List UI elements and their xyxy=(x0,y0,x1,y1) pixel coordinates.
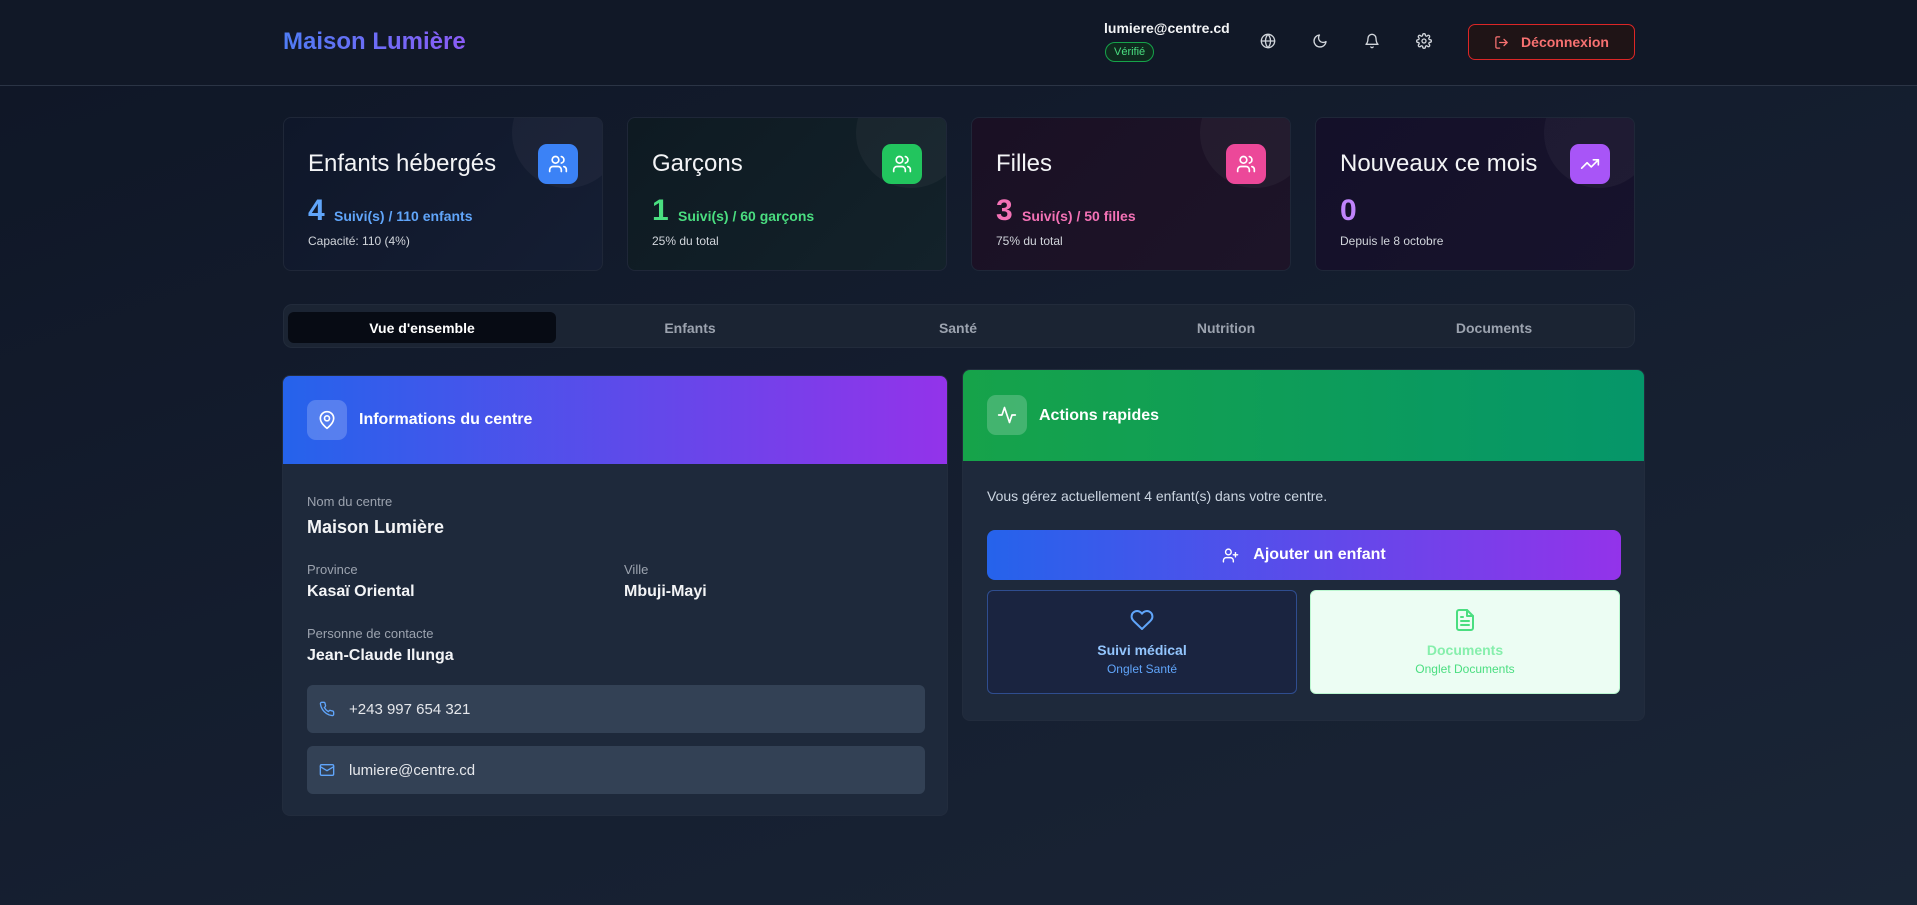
stat-sub: Suivi(s) / 110 enfants xyxy=(334,208,473,224)
documents-sub: Onglet Documents xyxy=(1415,662,1515,676)
stat-note: 75% du total xyxy=(996,234,1063,248)
tab-documents[interactable]: Documents xyxy=(1360,312,1628,343)
stat-value: 0 xyxy=(1340,194,1357,227)
stat-title: Nouveaux ce mois xyxy=(1340,150,1538,177)
stat-value: 4 xyxy=(308,194,325,227)
panel-header: Informations du centre xyxy=(283,376,947,464)
tab-nutrition[interactable]: Nutrition xyxy=(1092,312,1360,343)
center-info-panel: Informations du centre Nom du centre Mai… xyxy=(282,375,948,816)
activity-icon xyxy=(987,395,1027,435)
tab-children[interactable]: Enfants xyxy=(556,312,824,343)
user-plus-icon xyxy=(1222,547,1239,563)
stat-value: 3 xyxy=(996,194,1013,227)
tab-bar: Vue d'ensemble Enfants Santé Nutrition D… xyxy=(283,304,1635,348)
stat-card-girls: Filles 3 Suivi(s) / 50 filles 75% du tot… xyxy=(971,117,1291,271)
users-icon xyxy=(882,144,922,184)
center-name-value: Maison Lumière xyxy=(307,517,445,537)
city-label: Ville xyxy=(624,562,649,577)
stat-sub: Suivi(s) / 60 garçons xyxy=(678,208,815,224)
tab-health[interactable]: Santé xyxy=(824,312,1092,343)
map-pin-icon xyxy=(307,400,347,440)
stat-card-children: Enfants hébergés 4 Suivi(s) / 110 enfant… xyxy=(283,117,603,271)
medical-followup-button[interactable]: Suivi médical Onglet Santé xyxy=(987,590,1297,694)
stat-sub: Suivi(s) / 50 filles xyxy=(1022,208,1136,224)
medical-title: Suivi médical xyxy=(1097,642,1187,658)
user-email: lumiere@centre.cd xyxy=(1104,20,1230,36)
stat-card-new: Nouveaux ce mois 0 Depuis le 8 octobre xyxy=(1315,117,1635,271)
phone-value: +243 997 654 321 xyxy=(349,700,471,718)
documents-button[interactable]: Documents Onglet Documents xyxy=(1310,590,1620,694)
stat-title: Filles xyxy=(996,150,1053,177)
bell-icon[interactable] xyxy=(1361,30,1383,52)
province-label: Province xyxy=(307,562,358,577)
tab-overview[interactable]: Vue d'ensemble xyxy=(288,312,556,343)
users-icon xyxy=(1226,144,1266,184)
top-header: Maison Lumière lumiere@centre.cd Vérifié… xyxy=(0,0,1917,86)
phone-row[interactable]: +243 997 654 321 xyxy=(307,685,925,733)
quick-actions-panel: Actions rapides Vous gérez actuellement … xyxy=(962,369,1645,721)
documents-title: Documents xyxy=(1426,642,1504,658)
panel-title: Actions rapides xyxy=(1039,407,1160,424)
stat-note: Capacité: 110 (4%) xyxy=(308,234,410,248)
mail-icon xyxy=(319,764,335,776)
stat-note: Depuis le 8 octobre xyxy=(1340,234,1444,248)
brand-title[interactable]: Maison Lumière xyxy=(283,28,466,56)
stat-note: 25% du total xyxy=(652,234,719,248)
stat-title: Garçons xyxy=(652,150,743,177)
file-text-icon xyxy=(1456,609,1474,631)
contact-person-value: Jean-Claude Ilunga xyxy=(307,647,454,664)
center-name-label: Nom du centre xyxy=(307,494,393,509)
phone-icon xyxy=(319,701,335,717)
stat-value: 1 xyxy=(652,194,669,227)
trending-up-icon xyxy=(1570,144,1610,184)
stat-card-boys: Garçons 1 Suivi(s) / 60 garçons 25% du t… xyxy=(627,117,947,271)
panel-header: Actions rapides xyxy=(963,370,1644,461)
moon-icon[interactable] xyxy=(1309,30,1331,52)
add-child-button[interactable]: Ajouter un enfant xyxy=(987,530,1621,580)
city-value: Mbuji-Mayi xyxy=(624,583,707,600)
user-info: lumiere@centre.cd Vérifié xyxy=(1104,20,1230,62)
panel-title: Informations du centre xyxy=(359,411,533,428)
verified-badge: Vérifié xyxy=(1105,42,1155,62)
stat-title: Enfants hébergés xyxy=(308,150,497,177)
province-value: Kasaï Oriental xyxy=(307,583,415,600)
globe-icon[interactable] xyxy=(1257,30,1279,52)
logout-label: Déconnexion xyxy=(1521,34,1609,50)
contact-person-label: Personne de contacte xyxy=(307,626,434,641)
logout-button[interactable]: Déconnexion xyxy=(1468,24,1635,60)
medical-sub: Onglet Santé xyxy=(1106,662,1178,676)
heart-icon xyxy=(1130,610,1154,630)
email-value: lumiere@centre.cd xyxy=(349,761,476,779)
add-child-label: Ajouter un enfant xyxy=(1253,546,1386,563)
logout-icon xyxy=(1495,35,1508,49)
users-icon xyxy=(538,144,578,184)
gear-icon[interactable] xyxy=(1413,30,1435,52)
email-row[interactable]: lumiere@centre.cd xyxy=(307,746,925,794)
actions-description: Vous gérez actuellement 4 enfant(s) dans… xyxy=(987,488,1328,504)
